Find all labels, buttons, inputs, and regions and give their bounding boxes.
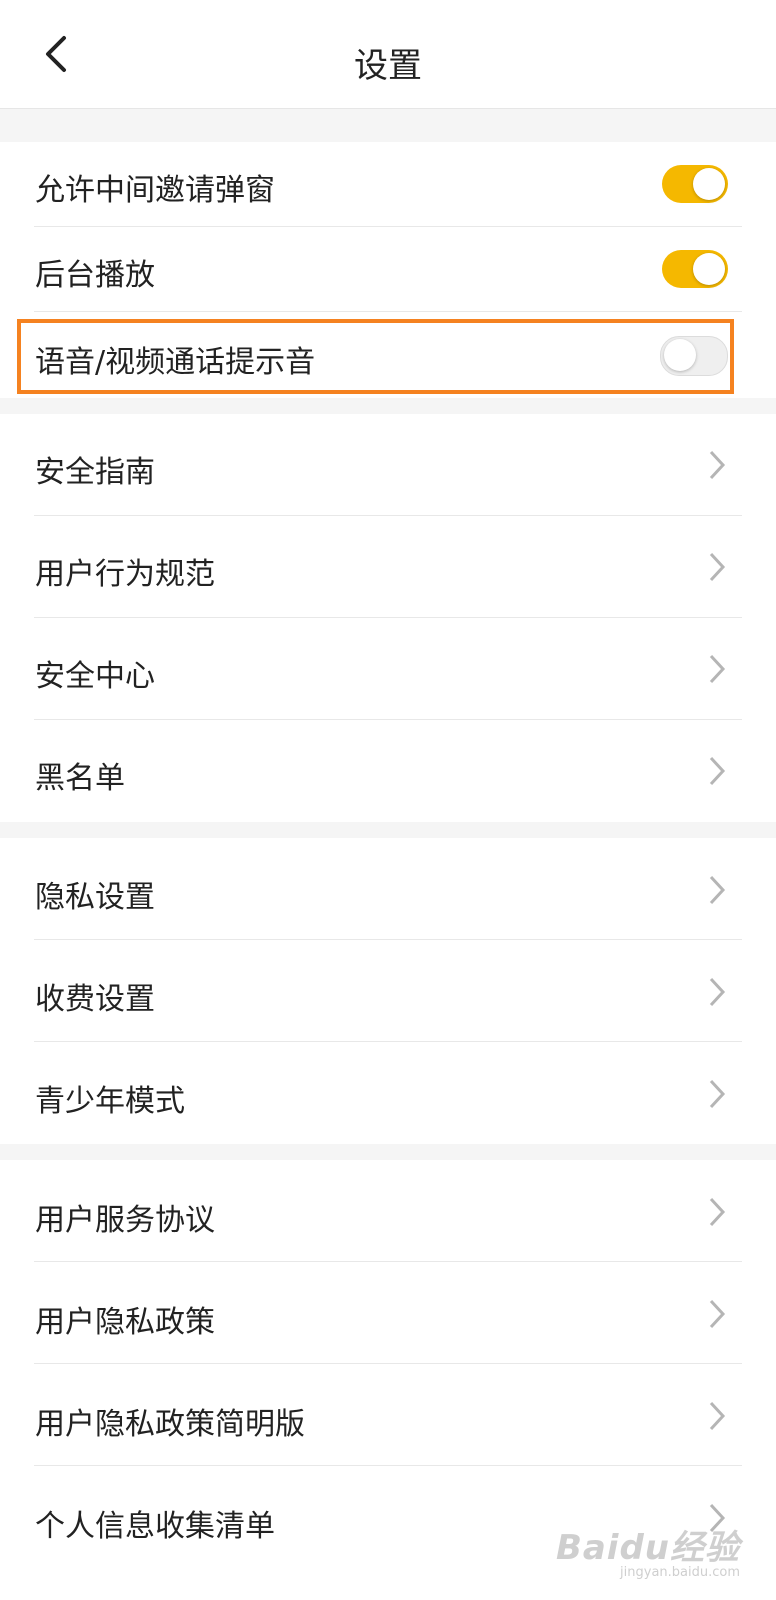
menu-item-label: 安全指南	[35, 455, 155, 490]
chevron-right-icon	[709, 1197, 726, 1227]
chevron-right-icon	[709, 875, 726, 905]
menu-item-teen-mode[interactable]: 青少年模式	[0, 1042, 776, 1144]
section-gap	[0, 398, 776, 414]
safety-section: 安全指南 用户行为规范 安全中心 黑名单	[0, 414, 776, 822]
menu-item-privacy-policy[interactable]: 用户隐私政策	[0, 1262, 776, 1364]
menu-item-fee-settings[interactable]: 收费设置	[0, 940, 776, 1042]
invite-popup-toggle[interactable]	[662, 165, 728, 203]
toggle-knob	[693, 253, 725, 285]
menu-item-label: 用户服务协议	[35, 1203, 215, 1238]
menu-item-privacy-policy-brief[interactable]: 用户隐私政策简明版	[0, 1364, 776, 1466]
menu-item-label: 隐私设置	[35, 880, 155, 915]
menu-item-label: 用户隐私政策	[35, 1305, 215, 1340]
chevron-right-icon	[709, 552, 726, 582]
baidu-watermark: Baidu经验 jingyan.baidu.com	[556, 1520, 740, 1580]
highlight-box	[17, 319, 734, 394]
menu-item-label: 用户行为规范	[35, 557, 215, 592]
menu-item-label: 安全中心	[35, 659, 155, 694]
chevron-right-icon	[709, 450, 726, 480]
top-bar: 设置	[0, 0, 776, 109]
watermark-logo: Baidu经验	[555, 1528, 740, 1568]
menu-item-label: 收费设置	[35, 982, 155, 1017]
privacy-section: 隐私设置 收费设置 青少年模式	[0, 838, 776, 1144]
background-play-toggle[interactable]	[662, 250, 728, 288]
menu-item-safety-center[interactable]: 安全中心	[0, 618, 776, 720]
chevron-right-icon	[709, 1079, 726, 1109]
menu-item-service-agreement[interactable]: 用户服务协议	[0, 1160, 776, 1262]
section-gap	[0, 822, 776, 838]
chevron-right-icon	[709, 1401, 726, 1431]
menu-item-privacy-settings[interactable]: 隐私设置	[0, 838, 776, 940]
menu-item-label: 青少年模式	[35, 1084, 185, 1119]
menu-item-safety-guide[interactable]: 安全指南	[0, 414, 776, 516]
menu-item-user-conduct[interactable]: 用户行为规范	[0, 516, 776, 618]
chevron-right-icon	[709, 756, 726, 786]
menu-item-label: 个人信息收集清单	[35, 1509, 275, 1544]
section-gap	[0, 1144, 776, 1160]
chevron-right-icon	[709, 654, 726, 684]
setting-row-invite-popup: 允许中间邀请弹窗	[0, 142, 776, 227]
menu-item-label: 黑名单	[35, 761, 125, 796]
menu-item-blacklist[interactable]: 黑名单	[0, 720, 776, 822]
section-gap	[0, 109, 776, 142]
page-title: 设置	[354, 46, 422, 86]
chevron-right-icon	[709, 1299, 726, 1329]
setting-row-background-play: 后台播放	[0, 227, 776, 312]
menu-item-label: 用户隐私政策简明版	[35, 1407, 305, 1442]
toggle-knob	[693, 168, 725, 200]
setting-label: 后台播放	[35, 258, 155, 293]
chevron-right-icon	[709, 977, 726, 1007]
setting-label: 允许中间邀请弹窗	[35, 173, 275, 208]
